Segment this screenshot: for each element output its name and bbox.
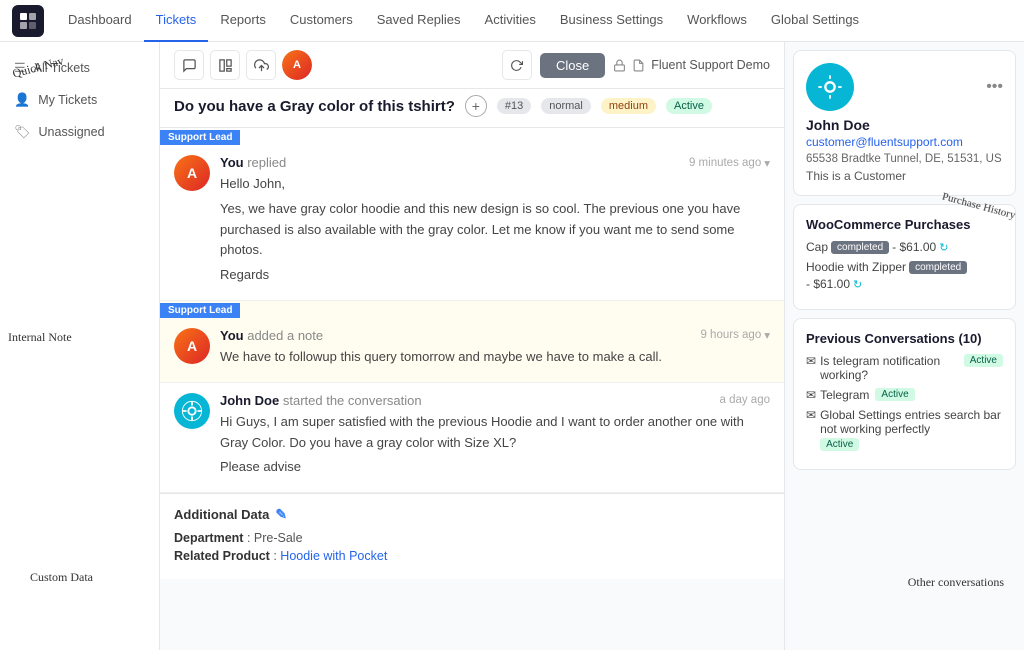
agent-avatar-small: A [282,50,312,80]
ticket-number: #13 [497,98,531,114]
product-link[interactable]: Hoodie with Pocket [280,549,387,563]
nav-business-settings[interactable]: Business Settings [548,0,675,42]
nav-dashboard[interactable]: Dashboard [56,0,144,42]
top-nav: Dashboard Tickets Reports Customers Save… [0,0,1024,42]
message-action-2: added a note [247,328,323,343]
customer-email[interactable]: customer@fluentsupport.com [806,135,1003,149]
conv-badge-2: Active [875,388,914,401]
message-content-1: You replied 9 minutes ago ▾ Hello John, … [220,155,770,290]
conv-badge-3: Active [820,438,859,451]
message-text-2: We have to followup this query tomorrow … [220,347,770,368]
purchase-item-1: Cap completed - $61.00 ↻ [806,240,1003,254]
additional-data-title: Additional Data ✎ [174,506,770,523]
edit-icon[interactable]: ✎ [275,506,287,523]
message-inner-3: John Doe started the conversation a day … [160,383,784,492]
message-content-2: You added a note 9 hours ago ▾ We have t… [220,328,770,372]
customer-card: ••• John Doe customer@fluentsupport.com … [793,50,1016,196]
purchase-status-1: completed [831,241,889,254]
nav-tickets[interactable]: Tickets [144,0,209,42]
chat-icon-btn[interactable] [174,50,204,80]
message-time-2: 9 hours ago ▾ [700,328,770,342]
unassigned-icon: 🏷 [14,124,31,140]
message-note-1: Support Lead A You added a note 9 hours … [160,301,784,383]
message-inner-1: A You replied 9 minutes ago ▾ [160,145,784,300]
main-layout: ☰ All Tickets 👤 My Tickets 🏷 Unassigned [0,42,1024,650]
customer-address: 65538 Bradtke Tunnel, DE, 51531, US [806,153,1003,165]
refresh-icon-2[interactable]: ↻ [853,278,862,291]
woocommerce-title: WooCommerce Purchases [806,217,1003,232]
sidebar-my-tickets[interactable]: 👤 My Tickets [0,84,159,116]
conv-badge-1: Active [964,354,1003,367]
user-icon: 👤 [14,92,30,108]
refresh-icon-btn[interactable] [502,50,532,80]
message-customer-1: John Doe started the conversation a day … [160,383,784,493]
conv-item-1: ✉ Is telegram notification working? Acti… [806,354,1003,382]
conv-item-3: ✉ Global Settings entries search bar not… [806,408,1003,451]
additional-data-product: Related Product : Hoodie with Pocket [174,549,770,563]
nav-customers[interactable]: Customers [278,0,365,42]
support-lead-badge-2: Support Lead [160,303,240,318]
ticket-icon: ☰ [14,60,26,76]
purchase-item-2: Hoodie with Zipper completed - $61.00 ↻ [806,260,1003,291]
logo [12,5,44,37]
nav-saved-replies[interactable]: Saved Replies [365,0,473,42]
ticket-action-group: A [174,50,494,80]
nav-reports[interactable]: Reports [208,0,278,42]
message-header-1: You replied 9 minutes ago ▾ [220,155,770,170]
message-action-3: started the conversation [283,393,422,408]
ticket-title: Do you have a Gray color of this tshirt? [174,98,455,115]
agent-avatar-note: A [174,328,210,364]
message-content-3: John Doe started the conversation a day … [220,393,770,482]
ticket-meta-right: Fluent Support Demo [613,58,770,72]
type-badge: medium [601,98,656,114]
previous-conversations-card: Previous Conversations (10) ✉ Is telegra… [793,318,1016,470]
message-header-3: John Doe started the conversation a day … [220,393,770,408]
cloud-icon-btn[interactable] [246,50,276,80]
message-header-2: You added a note 9 hours ago ▾ [220,328,770,343]
message-action-1: replied [247,155,286,170]
refresh-icon-1[interactable]: ↻ [939,241,948,254]
messages-area: Support Lead A You replied 9 minutes ago… [160,128,784,650]
message-time-1: 9 minutes ago ▾ [689,156,770,170]
ticket-toolbar: A Close Fluent Support Demo [160,42,784,89]
right-panel: ••• John Doe customer@fluentsupport.com … [784,42,1024,650]
customer-name: John Doe [806,117,1003,133]
additional-data-department: Department : Pre-Sale [174,531,770,545]
message-text-1: Hello John, Yes, we have gray color hood… [220,174,770,286]
woocommerce-card: WooCommerce Purchases Cap completed - $6… [793,204,1016,310]
nav-workflows[interactable]: Workflows [675,0,759,42]
customer-menu-dots[interactable]: ••• [986,78,1003,96]
support-lead-badge-1: Support Lead [160,130,240,145]
customer-avatar-msg [174,393,210,429]
priority-badge: normal [541,98,591,114]
conv-item-2: ✉ Telegram Active [806,388,1003,402]
customer-tag: This is a Customer [806,169,1003,183]
additional-data-section: Additional Data ✎ Department : Pre-Sale … [160,493,784,579]
message-author-1: You [220,155,244,170]
nav-activities[interactable]: Activities [473,0,548,42]
message-author-2: You [220,328,244,343]
customer-avatar-row: ••• [806,63,1003,111]
nav-global-settings[interactable]: Global Settings [759,0,871,42]
customer-avatar-circle [806,63,854,111]
add-tag-button[interactable]: + [465,95,487,117]
close-button[interactable]: Close [540,53,605,78]
sidebar: ☰ All Tickets 👤 My Tickets 🏷 Unassigned [0,42,160,650]
content-area: A Close Fluent Support Demo Do you have … [160,42,784,650]
purchase-status-2: completed [909,261,967,274]
message-text-3: Hi Guys, I am super satisfied with the p… [220,412,770,478]
status-badge: Active [666,98,712,114]
message-inner-2: A You added a note 9 hours ago ▾ [160,318,784,382]
ticket-title-bar: Do you have a Gray color of this tshirt?… [160,89,784,128]
agent-avatar: A [174,155,210,191]
message-reply-1: Support Lead A You replied 9 minutes ago… [160,128,784,301]
business-name: Fluent Support Demo [651,58,770,72]
layout-icon-btn[interactable] [210,50,240,80]
sidebar-unassigned[interactable]: 🏷 Unassigned [0,116,159,148]
message-time-3: a day ago [719,394,770,406]
previous-conversations-title: Previous Conversations (10) [806,331,1003,346]
sidebar-all-tickets[interactable]: ☰ All Tickets [0,52,159,84]
message-author-3: John Doe [220,393,279,408]
